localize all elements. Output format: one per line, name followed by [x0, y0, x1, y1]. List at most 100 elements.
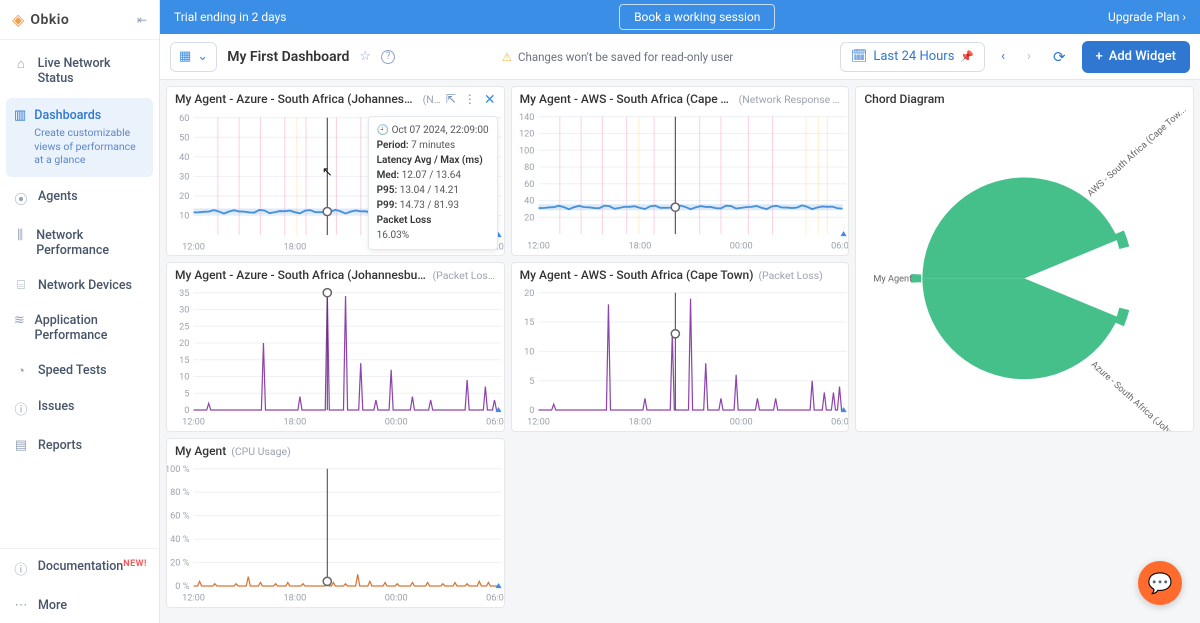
svg-text:06:00: 06:00: [831, 416, 849, 427]
add-widget-button[interactable]: + Add Widget: [1082, 41, 1190, 73]
sidebar-item-application-performance[interactable]: ≋ Application Performance: [0, 303, 159, 353]
time-prev-button[interactable]: ‹: [995, 49, 1011, 64]
upgrade-plan-link[interactable]: Upgrade Plan ›: [1108, 10, 1186, 24]
trial-text: Trial ending in 2 days: [174, 10, 286, 24]
sidebar-item-network-devices[interactable]: ⌸Network Devices: [0, 268, 159, 303]
warning-icon: ⚠: [502, 50, 512, 64]
time-range-selector[interactable]: 🗓 Last 24 Hours 📌: [840, 42, 985, 72]
svg-text:10: 10: [179, 372, 189, 383]
svg-text:100: 100: [519, 145, 534, 156]
svg-text:18:00: 18:00: [283, 241, 306, 252]
svg-text:15: 15: [179, 355, 189, 366]
layout-selector[interactable]: ▦ ⌄: [170, 42, 217, 72]
star-icon[interactable]: ☆: [359, 49, 371, 64]
svg-text:30: 30: [179, 171, 189, 182]
sidebar-item-network-performance[interactable]: ⫼Network Performance: [0, 218, 159, 268]
widget-body[interactable]: 10203040506012:0018:0000:0006:00🕘 Oct 07…: [167, 110, 504, 255]
widget-w3: Chord Diagram My Agent AWS - South Afric…: [855, 86, 1194, 432]
app-icon: ≋: [12, 313, 27, 328]
svg-text:25: 25: [179, 321, 189, 332]
svg-text:10: 10: [179, 211, 189, 222]
svg-text:15: 15: [524, 317, 534, 328]
time-next-button[interactable]: ›: [1021, 49, 1037, 64]
svg-text:20: 20: [524, 288, 534, 299]
trial-banner: Trial ending in 2 days Book a working se…: [160, 0, 1200, 34]
sidebar-collapse-button[interactable]: ⇤: [137, 13, 147, 27]
sidebar-item-label: Application Performance: [35, 313, 108, 343]
svg-text:40 %: 40 %: [170, 534, 190, 545]
widget-body[interactable]: 2040608010012014012:0018:0000:0006:00: [512, 108, 849, 255]
chat-icon: 💬: [1148, 571, 1173, 595]
svg-text:06:00: 06:00: [486, 592, 504, 603]
svg-text:20: 20: [524, 212, 534, 223]
sidebar-item-agents[interactable]: ⦿Agents: [0, 179, 159, 218]
perf-icon: ⫼: [12, 228, 28, 243]
svg-text:06:00: 06:00: [486, 416, 504, 427]
sidebar-item-label: Dashboards: [34, 108, 101, 123]
svg-text:80: 80: [524, 162, 534, 173]
sidebar-item-more[interactable]: ⋯More: [0, 588, 159, 623]
svg-text:100 %: 100 %: [167, 464, 190, 475]
home-icon: ⌂: [12, 56, 30, 72]
svg-text:80 %: 80 %: [170, 487, 190, 498]
svg-text:12:00: 12:00: [182, 241, 205, 252]
widget-body[interactable]: My Agent AWS - South Africa (Cape Tow...…: [856, 108, 1193, 432]
sidebar-item-label: Live Network Status: [38, 56, 111, 86]
widget-body[interactable]: 0510152012:0018:0000:0006:00: [512, 284, 849, 431]
sidebar-item-dashboards[interactable]: ▥DashboardsCreate customizable views of …: [6, 98, 153, 177]
agents-icon: ⦿: [12, 189, 30, 208]
calendar-icon: 🗓: [851, 49, 868, 64]
pin-icon: 📌: [960, 50, 974, 63]
widget-body[interactable]: 0 %20 %40 %60 %80 %100 %12:0018:0000:000…: [167, 460, 504, 607]
svg-text:20: 20: [179, 338, 189, 349]
widget-subtitle: (CPU Usage): [231, 445, 291, 458]
widget-title: My Agent - AWS - South Africa (Cape Town…: [520, 92, 734, 106]
svg-text:12:00: 12:00: [182, 416, 205, 427]
svg-text:Azure - South Africa (Johann..: Azure - South Africa (Johann...: [1089, 359, 1189, 432]
sidebar-item-label: Reports: [38, 438, 82, 453]
sidebar-item-speed-tests[interactable]: ◔Speed Tests: [0, 353, 159, 389]
chat-fab[interactable]: 💬: [1138, 561, 1182, 605]
svg-text:18:00: 18:00: [283, 416, 306, 427]
sidebar-item-issues[interactable]: ⓘ Issues: [0, 389, 159, 428]
help-icon[interactable]: ?: [381, 50, 395, 64]
close-icon[interactable]: ✕: [484, 92, 496, 108]
reports-icon: ▤: [12, 438, 30, 453]
widget-w6: My Agent (CPU Usage) 0 %20 %40 %60 %80 %…: [166, 438, 505, 608]
svg-text:40: 40: [524, 196, 534, 207]
svg-text:60: 60: [524, 179, 534, 190]
sidebar-item-label: Network Devices: [38, 278, 132, 293]
export-icon[interactable]: ⇱: [446, 92, 456, 108]
widget-title: My Agent: [175, 444, 226, 458]
widget-w2: My Agent - AWS - South Africa (Cape Town…: [511, 86, 850, 256]
widget-subtitle: (Packet Loss): [758, 269, 822, 282]
widget-title: My Agent - Azure - South Africa (Johanne…: [175, 92, 418, 106]
svg-text:10: 10: [524, 346, 534, 357]
more-icon[interactable]: ⋮: [464, 92, 476, 108]
cursor-icon: ↖: [322, 165, 333, 180]
svg-text:12:00: 12:00: [182, 592, 205, 603]
brand-name: Obkio: [30, 12, 69, 28]
svg-text:5: 5: [184, 388, 189, 399]
svg-text:60: 60: [179, 113, 189, 124]
widget-body[interactable]: 0510152025303512:0018:0000:0006:00: [167, 284, 504, 431]
svg-text:140: 140: [519, 112, 534, 123]
issues-icon: ⓘ: [12, 399, 30, 418]
svg-text:0: 0: [529, 405, 534, 416]
sidebar-item-label: Issues: [38, 399, 75, 414]
speed-icon: ◔: [12, 363, 30, 379]
sidebar-item-live-network-status[interactable]: ⌂ Live Network Status: [0, 46, 159, 96]
chevron-down-icon: ⌄: [197, 49, 208, 64]
sidebar-item-documentation[interactable]: ⓘDocumentationNEW!: [0, 549, 159, 588]
book-session-button[interactable]: Book a working session: [619, 4, 775, 30]
widget-w1: My Agent - Azure - South Africa (Johanne…: [166, 86, 505, 256]
svg-text:18:00: 18:00: [628, 416, 651, 427]
widget-subtitle: (Network Response Ti...: [739, 93, 841, 106]
sidebar-item-reports[interactable]: ▤ Reports: [0, 428, 159, 463]
svg-text:35: 35: [179, 288, 189, 299]
svg-text:06:00: 06:00: [831, 240, 849, 251]
refresh-button[interactable]: ⟳: [1047, 48, 1072, 66]
svg-text:20: 20: [179, 191, 189, 202]
more-icon: ⋯: [12, 598, 30, 613]
dashboard-toolbar: ▦ ⌄ My First Dashboard ☆ ? ⚠ Changes won…: [160, 34, 1200, 80]
